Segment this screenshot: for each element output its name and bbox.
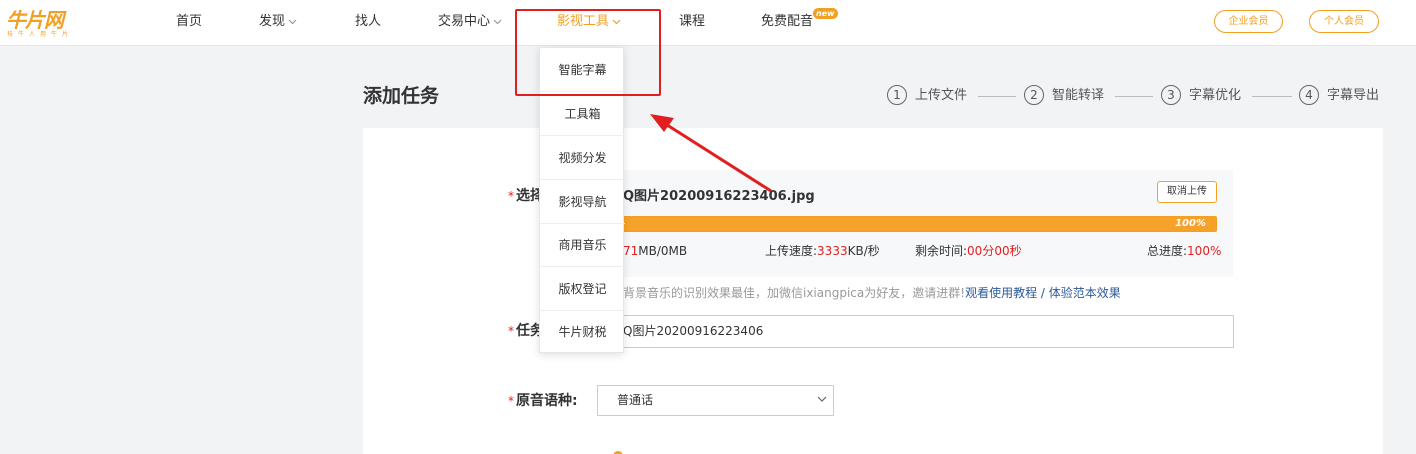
nav-courses[interactable]: 课程: [679, 14, 705, 30]
step-connector: [1252, 96, 1292, 97]
step-number: 2: [1024, 85, 1044, 105]
nav-trade-center[interactable]: 交易中心: [438, 14, 502, 30]
step-number: 4: [1299, 85, 1319, 105]
logo-slogan: 技牛人用牛片: [7, 31, 74, 38]
step-label: 字幕导出: [1327, 88, 1380, 103]
chevron-down-icon: [817, 396, 827, 402]
site-logo[interactable]: 牛片网 技牛人用牛片: [6, 8, 92, 40]
nav-discover[interactable]: 发现: [259, 14, 297, 30]
film-tools-dropdown: 智能字幕 工具箱 视频分发 影视导航 商用音乐 版权登记 牛片财税: [539, 47, 625, 354]
remaining-time: 剩余时间:00分00秒: [915, 244, 1022, 258]
page-title: 添加任务: [363, 85, 440, 107]
personal-member-button[interactable]: 个人会员: [1309, 10, 1379, 33]
chevron-down-icon: [493, 19, 502, 24]
nav-film-tools-label: 影视工具: [557, 14, 610, 29]
step-label: 智能转译: [1052, 88, 1105, 103]
usage-tip: 背景音乐的识别效果最佳，加微信ixiangpica为好友，邀请进群!观看使用教程…: [623, 286, 1121, 300]
step-subtitle-export: 4 字幕导出: [1299, 85, 1379, 107]
top-header: 牛片网 技牛人用牛片 首页 发现 找人 交易中心 影视工具 课程 免费配音 ne…: [0, 0, 1416, 46]
step-number: 3: [1161, 85, 1181, 105]
step-connector: [1115, 96, 1153, 97]
nav-home[interactable]: 首页: [176, 14, 202, 30]
chevron-down-icon: [612, 19, 621, 24]
source-language-label: * 原音语种:: [508, 393, 578, 409]
required-marker: *: [508, 189, 514, 203]
source-language-value: 普通话: [617, 393, 654, 407]
source-language-select[interactable]: 普通话: [597, 385, 834, 416]
step-label: 上传文件: [915, 88, 968, 103]
cancel-upload-button[interactable]: 取消上传: [1157, 181, 1217, 203]
menu-item-video-distribution[interactable]: 视频分发: [540, 136, 625, 180]
nav-find-people-label: 找人: [355, 14, 382, 29]
step-connector: [978, 96, 1016, 97]
tutorial-link[interactable]: 观看使用教程 / 体验范本效果: [965, 286, 1121, 300]
nav-discover-label: 发现: [259, 14, 286, 29]
step-upload-file: 1 上传文件: [887, 85, 967, 107]
chevron-down-icon: [288, 19, 297, 24]
nav-free-dubbing-label: 免费配音: [761, 14, 814, 29]
uploaded-file-name: Q图片20200916223406.jpg: [623, 189, 815, 204]
step-number: 1: [887, 85, 907, 105]
nav-courses-label: 课程: [679, 14, 706, 29]
logo-text: 牛片网: [6, 8, 64, 32]
menu-item-film-navigation[interactable]: 影视导航: [540, 180, 625, 224]
new-badge: new: [813, 8, 838, 19]
upload-progress-bar: 100%: [610, 216, 1217, 232]
nav-film-tools[interactable]: 影视工具: [557, 14, 621, 30]
upload-progress-label: 100%: [1175, 218, 1206, 229]
step-subtitle-optimize: 3 字幕优化: [1161, 85, 1241, 107]
menu-item-finance-tax[interactable]: 牛片财税: [540, 310, 625, 354]
required-marker: *: [508, 394, 514, 408]
task-name-input[interactable]: Q图片20200916223406: [597, 315, 1234, 348]
required-marker: *: [508, 324, 514, 338]
upload-progress-fill: [611, 217, 1216, 231]
nav-find-people[interactable]: 找人: [355, 14, 381, 30]
menu-item-copyright-registration[interactable]: 版权登记: [540, 267, 625, 311]
enterprise-member-button[interactable]: 企业会员: [1214, 10, 1283, 33]
menu-item-commercial-music[interactable]: 商用音乐: [540, 223, 625, 267]
step-smart-translate: 2 智能转译: [1024, 85, 1104, 107]
uploaded-size: 71MB/0MB: [623, 244, 688, 258]
total-progress: 总进度:100%: [1147, 244, 1222, 258]
menu-item-smart-subtitle[interactable]: 智能字幕: [540, 48, 625, 92]
nav-free-dubbing[interactable]: 免费配音 new: [761, 8, 838, 30]
nav-trade-center-label: 交易中心: [438, 14, 491, 29]
upload-speed: 上传速度:3333KB/秒: [765, 244, 880, 258]
step-label: 字幕优化: [1189, 88, 1242, 103]
menu-item-toolbox[interactable]: 工具箱: [540, 92, 625, 136]
nav-home-label: 首页: [176, 14, 203, 29]
